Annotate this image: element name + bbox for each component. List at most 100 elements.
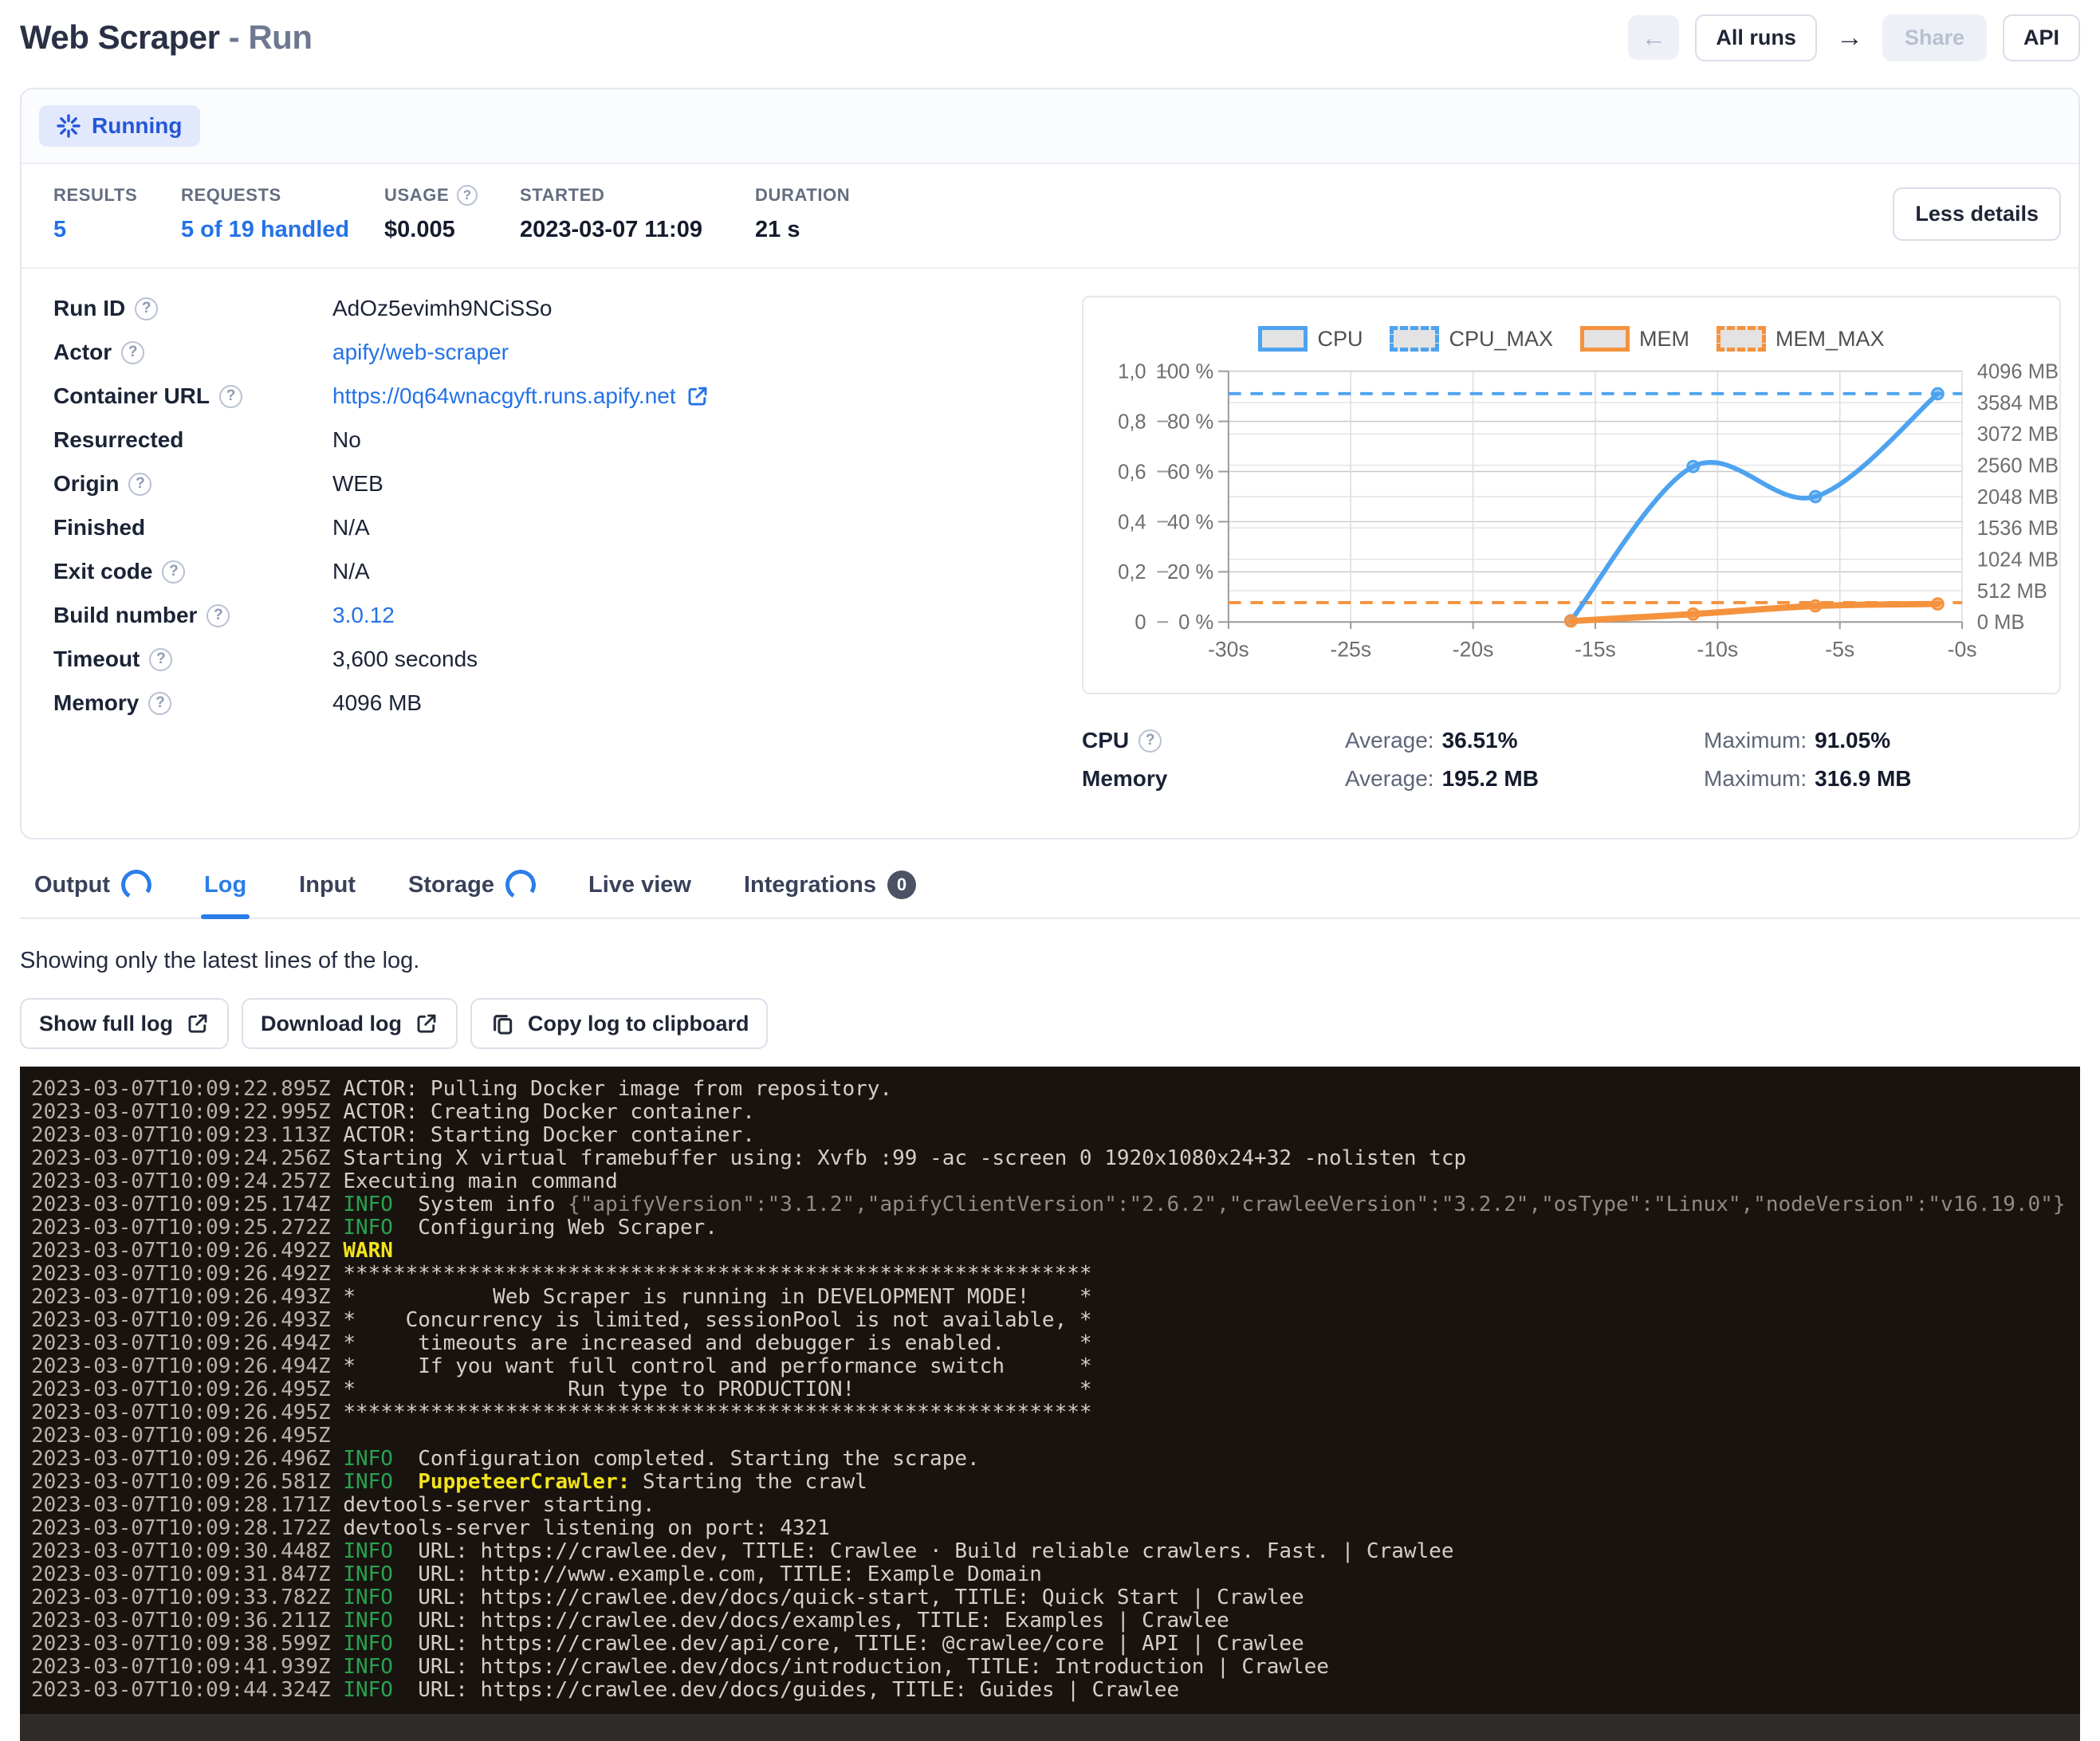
- previous-run-button[interactable]: [1628, 15, 1679, 60]
- less-details-button[interactable]: Less details: [1893, 187, 2061, 241]
- log-line: 2023-03-07T10:09:31.847Z INFO URL: http:…: [31, 1563, 2080, 1586]
- status-label: Running: [92, 113, 183, 139]
- status-badge: Running: [39, 105, 200, 147]
- stat-results-value[interactable]: 5: [53, 217, 181, 243]
- memory-maximum: Maximum: 316.9 MB: [1704, 766, 1912, 792]
- top-actions: All runs Share API: [1628, 14, 2080, 61]
- detail-value[interactable]: 3.0.12: [332, 603, 395, 628]
- stat-usage-value: $0.005: [384, 217, 520, 243]
- legend-item-cpu_max: CPU_MAX: [1390, 326, 1553, 352]
- log-line: 2023-03-07T10:09:26.494Z * If you want f…: [31, 1355, 2080, 1378]
- detail-label: Container URL: [53, 383, 332, 409]
- help-icon[interactable]: [457, 185, 478, 206]
- stat-results: RESULTS 5: [53, 185, 181, 243]
- detail-row: Actorapify/web-scraper: [53, 340, 1082, 383]
- tab-live-view[interactable]: Live view: [585, 859, 694, 918]
- log-line: 2023-03-07T10:09:23.113Z ACTOR: Starting…: [31, 1124, 2080, 1147]
- all-runs-button[interactable]: All runs: [1695, 14, 1817, 61]
- running-spinner-icon: [57, 114, 81, 138]
- stat-requests: REQUESTS 5 of 19 handled: [181, 185, 384, 243]
- log-line: 2023-03-07T10:09:26.581Z INFO PuppeteerC…: [31, 1471, 2080, 1494]
- cpu-maximum: Maximum: 91.05%: [1704, 728, 1890, 753]
- legend-swatch-icon: [1717, 326, 1766, 352]
- detail-label: Memory: [53, 690, 332, 716]
- detail-value: No: [332, 427, 361, 453]
- svg-text:-5s: -5s: [1825, 638, 1854, 662]
- stat-requests-value[interactable]: 5 of 19 handled: [181, 217, 384, 243]
- detail-value: 3,600 seconds: [332, 646, 478, 672]
- svg-text:0,6: 0,6: [1118, 461, 1146, 483]
- detail-label: Actor: [53, 340, 332, 365]
- detail-value[interactable]: apify/web-scraper: [332, 340, 509, 365]
- stat-usage: USAGE $0.005: [384, 185, 520, 243]
- tab-input[interactable]: Input: [296, 859, 359, 918]
- svg-text:0 %: 0 %: [1178, 611, 1213, 634]
- tab-log[interactable]: Log: [201, 859, 250, 918]
- log-line: 2023-03-07T10:09:36.211Z INFO URL: https…: [31, 1609, 2080, 1633]
- help-icon[interactable]: [219, 385, 242, 408]
- detail-label: Resurrected: [53, 427, 332, 453]
- log-line: 2023-03-07T10:09:26.492Z WARN: [31, 1240, 2080, 1263]
- svg-text:-20s: -20s: [1453, 638, 1494, 662]
- cpu-average: Average: 36.51%: [1345, 728, 1704, 753]
- cpu-memory-chart-card: CPUCPU_MAXMEMMEM_MAX -30s-25s-20s-15s-10…: [1082, 296, 2061, 694]
- log-actions: Show full log Download log Copy log to c…: [20, 998, 2080, 1049]
- log-line: 2023-03-07T10:09:26.493Z * Concurrency i…: [31, 1309, 2080, 1332]
- detail-value[interactable]: https://0q64wnacgyft.runs.apify.net: [332, 383, 710, 409]
- help-icon[interactable]: [135, 297, 158, 320]
- stat-started-label: STARTED: [520, 185, 755, 206]
- help-icon[interactable]: [162, 560, 185, 584]
- svg-text:-0s: -0s: [1948, 638, 1977, 662]
- memory-average: Average: 195.2 MB: [1345, 766, 1704, 792]
- stat-started-value: 2023-03-07 11:09: [520, 217, 755, 243]
- svg-text:40 %: 40 %: [1167, 511, 1213, 533]
- legend-swatch-icon: [1390, 326, 1439, 352]
- tab-output[interactable]: Output: [31, 859, 155, 918]
- tab-storage[interactable]: Storage: [405, 859, 539, 918]
- log-line: 2023-03-07T10:09:22.895Z ACTOR: Pulling …: [31, 1078, 2080, 1101]
- share-button[interactable]: Share: [1882, 14, 1987, 61]
- chart-column: CPUCPU_MAXMEMMEM_MAX -30s-25s-20s-15s-10…: [1082, 296, 2061, 804]
- detail-row: Container URLhttps://0q64wnacgyft.runs.a…: [53, 383, 1082, 427]
- detail-row: Run IDAdOz5evimh9NCiSSo: [53, 296, 1082, 340]
- api-button[interactable]: API: [2003, 14, 2080, 61]
- log-horizontal-scrollbar[interactable]: [20, 1714, 2080, 1741]
- help-icon[interactable]: [206, 604, 230, 627]
- svg-text:1536 MB: 1536 MB: [1977, 517, 2059, 540]
- next-run-button[interactable]: [1833, 22, 1866, 53]
- detail-label: Build number: [53, 603, 332, 628]
- help-icon[interactable]: [148, 692, 171, 715]
- detail-label: Exit code: [53, 559, 332, 584]
- log-line: 2023-03-07T10:09:30.448Z INFO URL: https…: [31, 1540, 2080, 1563]
- integrations-count-badge: 0: [887, 871, 916, 899]
- svg-text:1,0: 1,0: [1118, 361, 1146, 383]
- svg-text:2048 MB: 2048 MB: [1977, 486, 2059, 509]
- stat-usage-label: USAGE: [384, 185, 520, 206]
- help-icon[interactable]: [128, 473, 151, 496]
- svg-text:3584 MB: 3584 MB: [1977, 392, 2059, 415]
- copy-log-button[interactable]: Copy log to clipboard: [470, 998, 769, 1049]
- svg-text:100 %: 100 %: [1156, 361, 1213, 383]
- detail-row: FinishedN/A: [53, 515, 1082, 559]
- arrow-right-icon: [1836, 37, 1863, 49]
- external-link-icon: [186, 1012, 210, 1036]
- external-link-icon: [415, 1012, 438, 1036]
- help-icon[interactable]: [121, 341, 144, 364]
- svg-text:0,4: 0,4: [1118, 511, 1146, 533]
- help-icon[interactable]: [1138, 729, 1162, 753]
- svg-text:0 MB: 0 MB: [1977, 611, 2025, 634]
- svg-text:0: 0: [1135, 611, 1146, 634]
- detail-row: ResurrectedNo: [53, 427, 1082, 471]
- detail-label: Run ID: [53, 296, 332, 321]
- actor-name: Web Scraper: [20, 18, 220, 56]
- log-line: 2023-03-07T10:09:44.324Z INFO URL: https…: [31, 1679, 2080, 1702]
- log-line: 2023-03-07T10:09:28.172Z devtools-server…: [31, 1517, 2080, 1540]
- show-full-log-button[interactable]: Show full log: [20, 998, 229, 1049]
- tab-integrations[interactable]: Integrations0: [741, 859, 919, 918]
- stat-duration-value: 21 s: [755, 217, 850, 243]
- help-icon[interactable]: [149, 648, 172, 671]
- svg-text:-10s: -10s: [1697, 638, 1739, 662]
- copy-icon: [490, 1011, 515, 1036]
- log-line: 2023-03-07T10:09:26.493Z * Web Scraper i…: [31, 1286, 2080, 1309]
- download-log-button[interactable]: Download log: [242, 998, 458, 1049]
